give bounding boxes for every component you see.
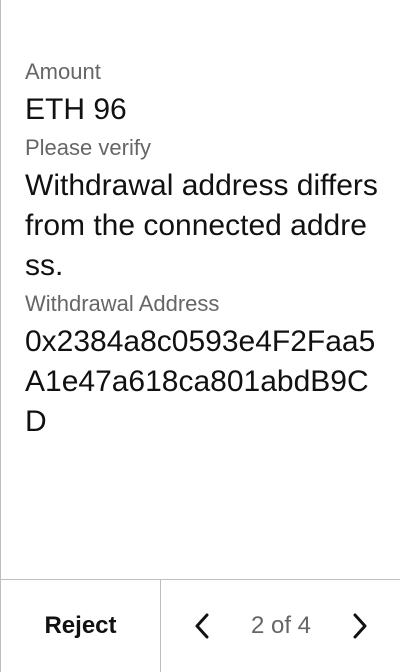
screen-frame: Amount ETH 96 Please verify Withdrawal a… — [0, 0, 400, 672]
details-panel: Amount ETH 96 Please verify Withdrawal a… — [25, 58, 380, 442]
withdrawal-address-label: Withdrawal Address — [25, 291, 220, 316]
chevron-left-icon[interactable] — [189, 613, 215, 639]
withdrawal-address-value: 0x2384a8c0593e4F2Faa5A1e47a618ca801abdB9… — [25, 325, 376, 438]
page-indicator: 2 of 4 — [250, 612, 312, 639]
footer-bar: Reject 2 of 4 — [1, 579, 400, 672]
amount-label: Amount — [25, 59, 101, 84]
pagination: 2 of 4 — [161, 580, 400, 672]
reject-button[interactable]: Reject — [1, 580, 161, 672]
verify-label: Please verify — [25, 135, 151, 160]
verify-message: Withdrawal address differs from the conn… — [25, 169, 378, 282]
chevron-right-icon[interactable] — [347, 613, 373, 639]
amount-value: ETH 96 — [25, 93, 127, 126]
